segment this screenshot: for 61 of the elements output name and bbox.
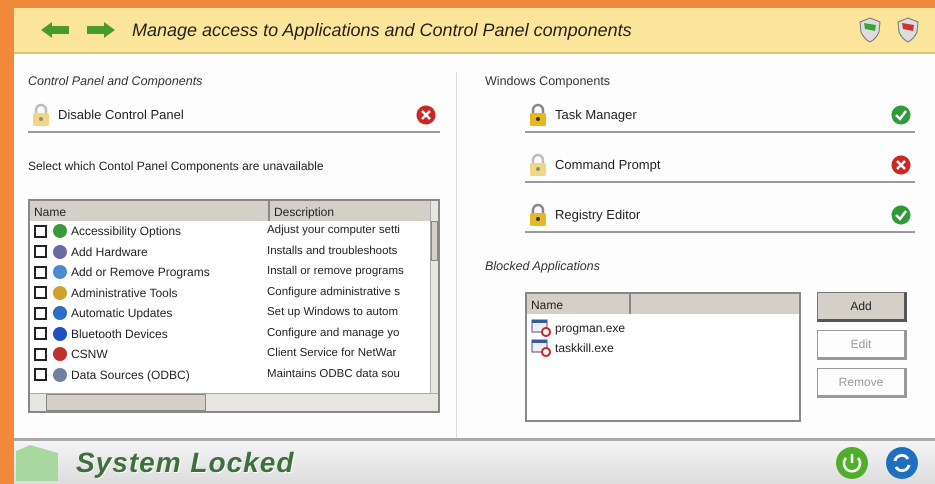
instruction-text: Select which Contol Panel Components are unavailable xyxy=(28,158,325,175)
blocked-program-icon xyxy=(531,338,551,356)
table-cell-text: Bluetooth Devices xyxy=(71,326,169,342)
component-label: Disable Control Panel xyxy=(58,106,184,124)
table-cell-text: Configure administrative s xyxy=(267,284,400,300)
checkbox[interactable] xyxy=(34,266,47,278)
list-item[interactable]: progman.exe xyxy=(555,318,626,336)
shield-icon[interactable] xyxy=(897,17,919,43)
column-header[interactable]: Description xyxy=(270,200,430,221)
applet-icon xyxy=(52,244,68,260)
applet-icon xyxy=(52,264,68,280)
table-cell-text: Client Service for NetWar xyxy=(267,346,396,362)
action-button[interactable]: Add xyxy=(817,292,907,322)
table-cell-text: Configure and manage yo xyxy=(267,326,400,341)
table-cell-text: Data Sources (ODBC) xyxy=(71,366,191,384)
applet-icon xyxy=(52,223,68,239)
padlock-icon xyxy=(529,152,547,177)
section-heading: Control Panel and Components xyxy=(28,73,204,90)
checkbox[interactable] xyxy=(34,348,47,360)
applet-icon xyxy=(52,346,68,362)
list-item[interactable]: taskkill.exe xyxy=(555,338,614,356)
table-cell-text: Maintains ODBC data sou xyxy=(267,366,400,382)
checkbox[interactable] xyxy=(34,245,47,258)
table-cell-text: Install or remove programs xyxy=(267,264,404,280)
section-heading: Windows Components xyxy=(485,73,612,90)
section-heading: Blocked Applications xyxy=(485,258,601,275)
column-header[interactable]: Name xyxy=(30,200,270,221)
page-title: Manage access to Applications and Control Panel components xyxy=(132,18,632,42)
table-cell-text: Automatic Updates xyxy=(71,305,174,322)
table-cell-text: Accessibility Options xyxy=(71,223,182,240)
vertical-scrollbar[interactable] xyxy=(430,200,438,393)
checkbox[interactable] xyxy=(34,286,47,299)
power-icon[interactable] xyxy=(835,446,869,480)
padlock-icon xyxy=(529,202,547,227)
applet-icon xyxy=(52,284,68,300)
component-label: Task Manager xyxy=(555,106,637,124)
table-cell-text: Adjust your computer setti xyxy=(267,223,400,238)
back-arrow-icon[interactable] xyxy=(40,21,70,39)
forward-arrow-icon[interactable] xyxy=(86,21,116,39)
checkbox[interactable] xyxy=(34,368,47,381)
checkbox[interactable] xyxy=(34,327,47,340)
table-cell-text: Set up Windows to autom xyxy=(267,305,398,320)
table-cell-text: Installs and troubleshoots xyxy=(267,244,398,259)
applet-icon xyxy=(52,326,68,342)
padlock-icon xyxy=(529,102,547,127)
blocked-program-icon xyxy=(531,318,551,336)
checkbox[interactable] xyxy=(34,224,47,238)
status-text: System Locked xyxy=(76,446,294,480)
table-cell-text: Administrative Tools xyxy=(71,284,178,302)
component-label: Registry Editor xyxy=(555,206,640,224)
table-cell-text: Add or Remove Programs xyxy=(71,264,211,281)
checkbox[interactable] xyxy=(34,306,47,320)
table-cell-text: Add Hardware xyxy=(71,244,149,260)
table-cell-text: CSNW xyxy=(71,346,109,363)
applet-icon xyxy=(52,305,68,321)
refresh-icon[interactable] xyxy=(885,446,919,480)
component-label: Command Prompt xyxy=(555,156,660,174)
padlock-icon xyxy=(32,102,50,127)
horizontal-scrollbar[interactable] xyxy=(30,392,438,411)
applet-icon xyxy=(52,366,68,382)
shield-icon[interactable] xyxy=(859,17,881,43)
